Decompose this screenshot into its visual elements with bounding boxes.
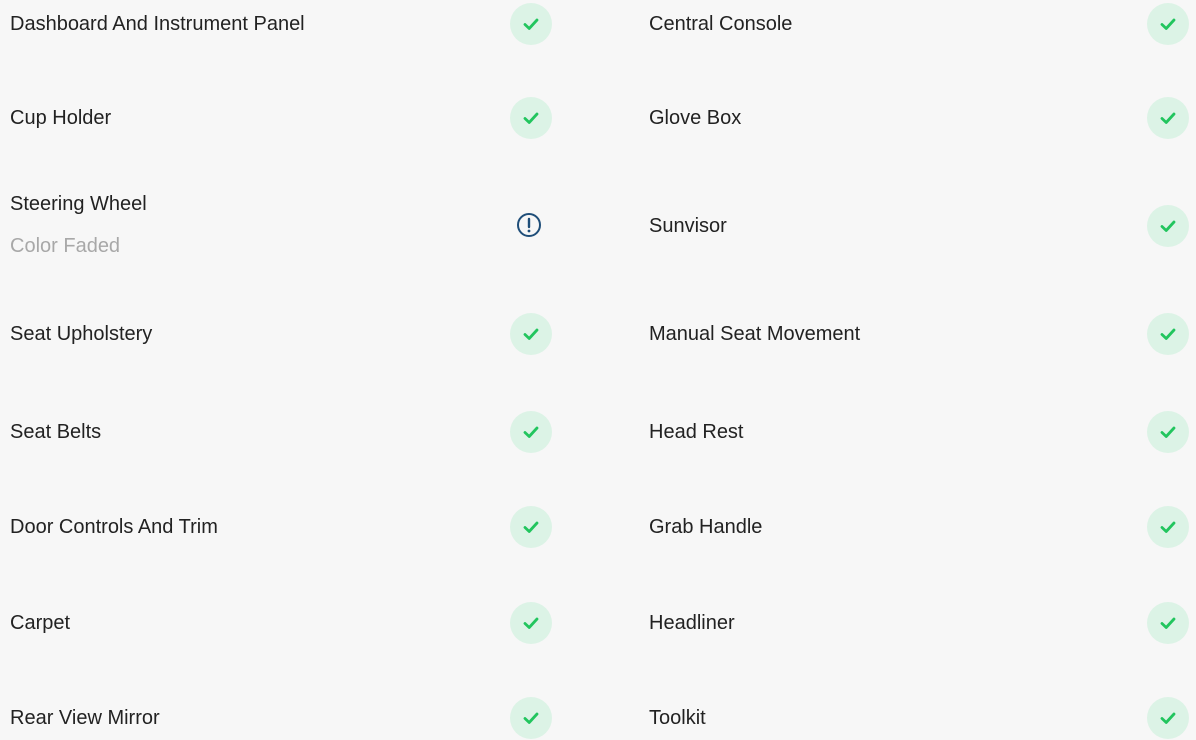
item-label: Seat Belts [10,421,102,443]
status-ok-badge [1147,411,1189,453]
checklist-item: Grab Handle [649,497,1196,557]
check-icon [1160,328,1176,340]
check-icon [1160,220,1176,232]
item-label: Dashboard And Instrument Panel [10,13,305,35]
checklist-item: Sunvisor [649,196,1196,256]
item-label: Door Controls And Trim [10,516,218,538]
checklist-item: Glove Box [649,88,1196,148]
item-label: Headliner [649,612,735,634]
checklist-item: Headliner [649,593,1196,653]
item-label: Cup Holder [10,107,112,129]
checklist-item: Dashboard And Instrument Panel [10,0,570,54]
check-icon [523,521,539,533]
item-label: Toolkit [649,707,706,729]
check-icon [1160,521,1176,533]
check-icon [523,712,539,724]
check-icon [1160,712,1176,724]
check-icon [523,328,539,340]
checklist-item: Seat Belts [10,402,570,462]
check-icon [1160,18,1176,30]
status-ok-badge [1147,205,1189,247]
item-label: Rear View Mirror [10,707,160,729]
status-ok-badge [1147,506,1189,548]
status-ok-badge [1147,602,1189,644]
status-ok-badge [510,697,552,739]
status-ok-badge [510,411,552,453]
item-label: Carpet [10,612,71,634]
status-ok-badge [1147,313,1189,355]
item-label: Steering Wheel [10,193,147,215]
checklist-item: Head Rest [649,402,1196,462]
inspection-checklist: Dashboard And Instrument Panel Central C… [0,0,1196,740]
check-icon [1160,112,1176,124]
checklist-item: Seat Upholstery [10,304,570,364]
status-ok-badge [1147,97,1189,139]
check-icon [523,112,539,124]
status-ok-badge [1147,3,1189,45]
status-ok-badge [510,313,552,355]
status-ok-badge [510,602,552,644]
checklist-item: Cup Holder [10,88,570,148]
checklist-item: Steering Wheel Color Faded [10,175,570,275]
check-icon [1160,617,1176,629]
check-icon [523,18,539,30]
item-note: Color Faded [10,235,121,257]
item-label: Head Rest [649,421,744,443]
item-label: Central Console [649,13,793,35]
item-label: Glove Box [649,107,742,129]
item-label: Manual Seat Movement [649,323,861,345]
check-icon [523,617,539,629]
checklist-item: Carpet [10,593,570,653]
checklist-item: Manual Seat Movement [649,304,1196,364]
checklist-item: Toolkit [649,688,1196,740]
status-ok-badge [1147,697,1189,739]
check-icon [1160,426,1176,438]
check-icon [523,426,539,438]
status-ok-badge [510,97,552,139]
checklist-item: Door Controls And Trim [10,497,570,557]
item-label: Sunvisor [649,215,727,237]
status-warning-badge [508,204,550,246]
checklist-item: Central Console [649,0,1196,54]
exclamation-icon [517,213,541,237]
item-label: Grab Handle [649,516,763,538]
checklist-item: Rear View Mirror [10,688,570,740]
status-ok-badge [510,506,552,548]
item-label: Seat Upholstery [10,323,153,345]
status-ok-badge [510,3,552,45]
